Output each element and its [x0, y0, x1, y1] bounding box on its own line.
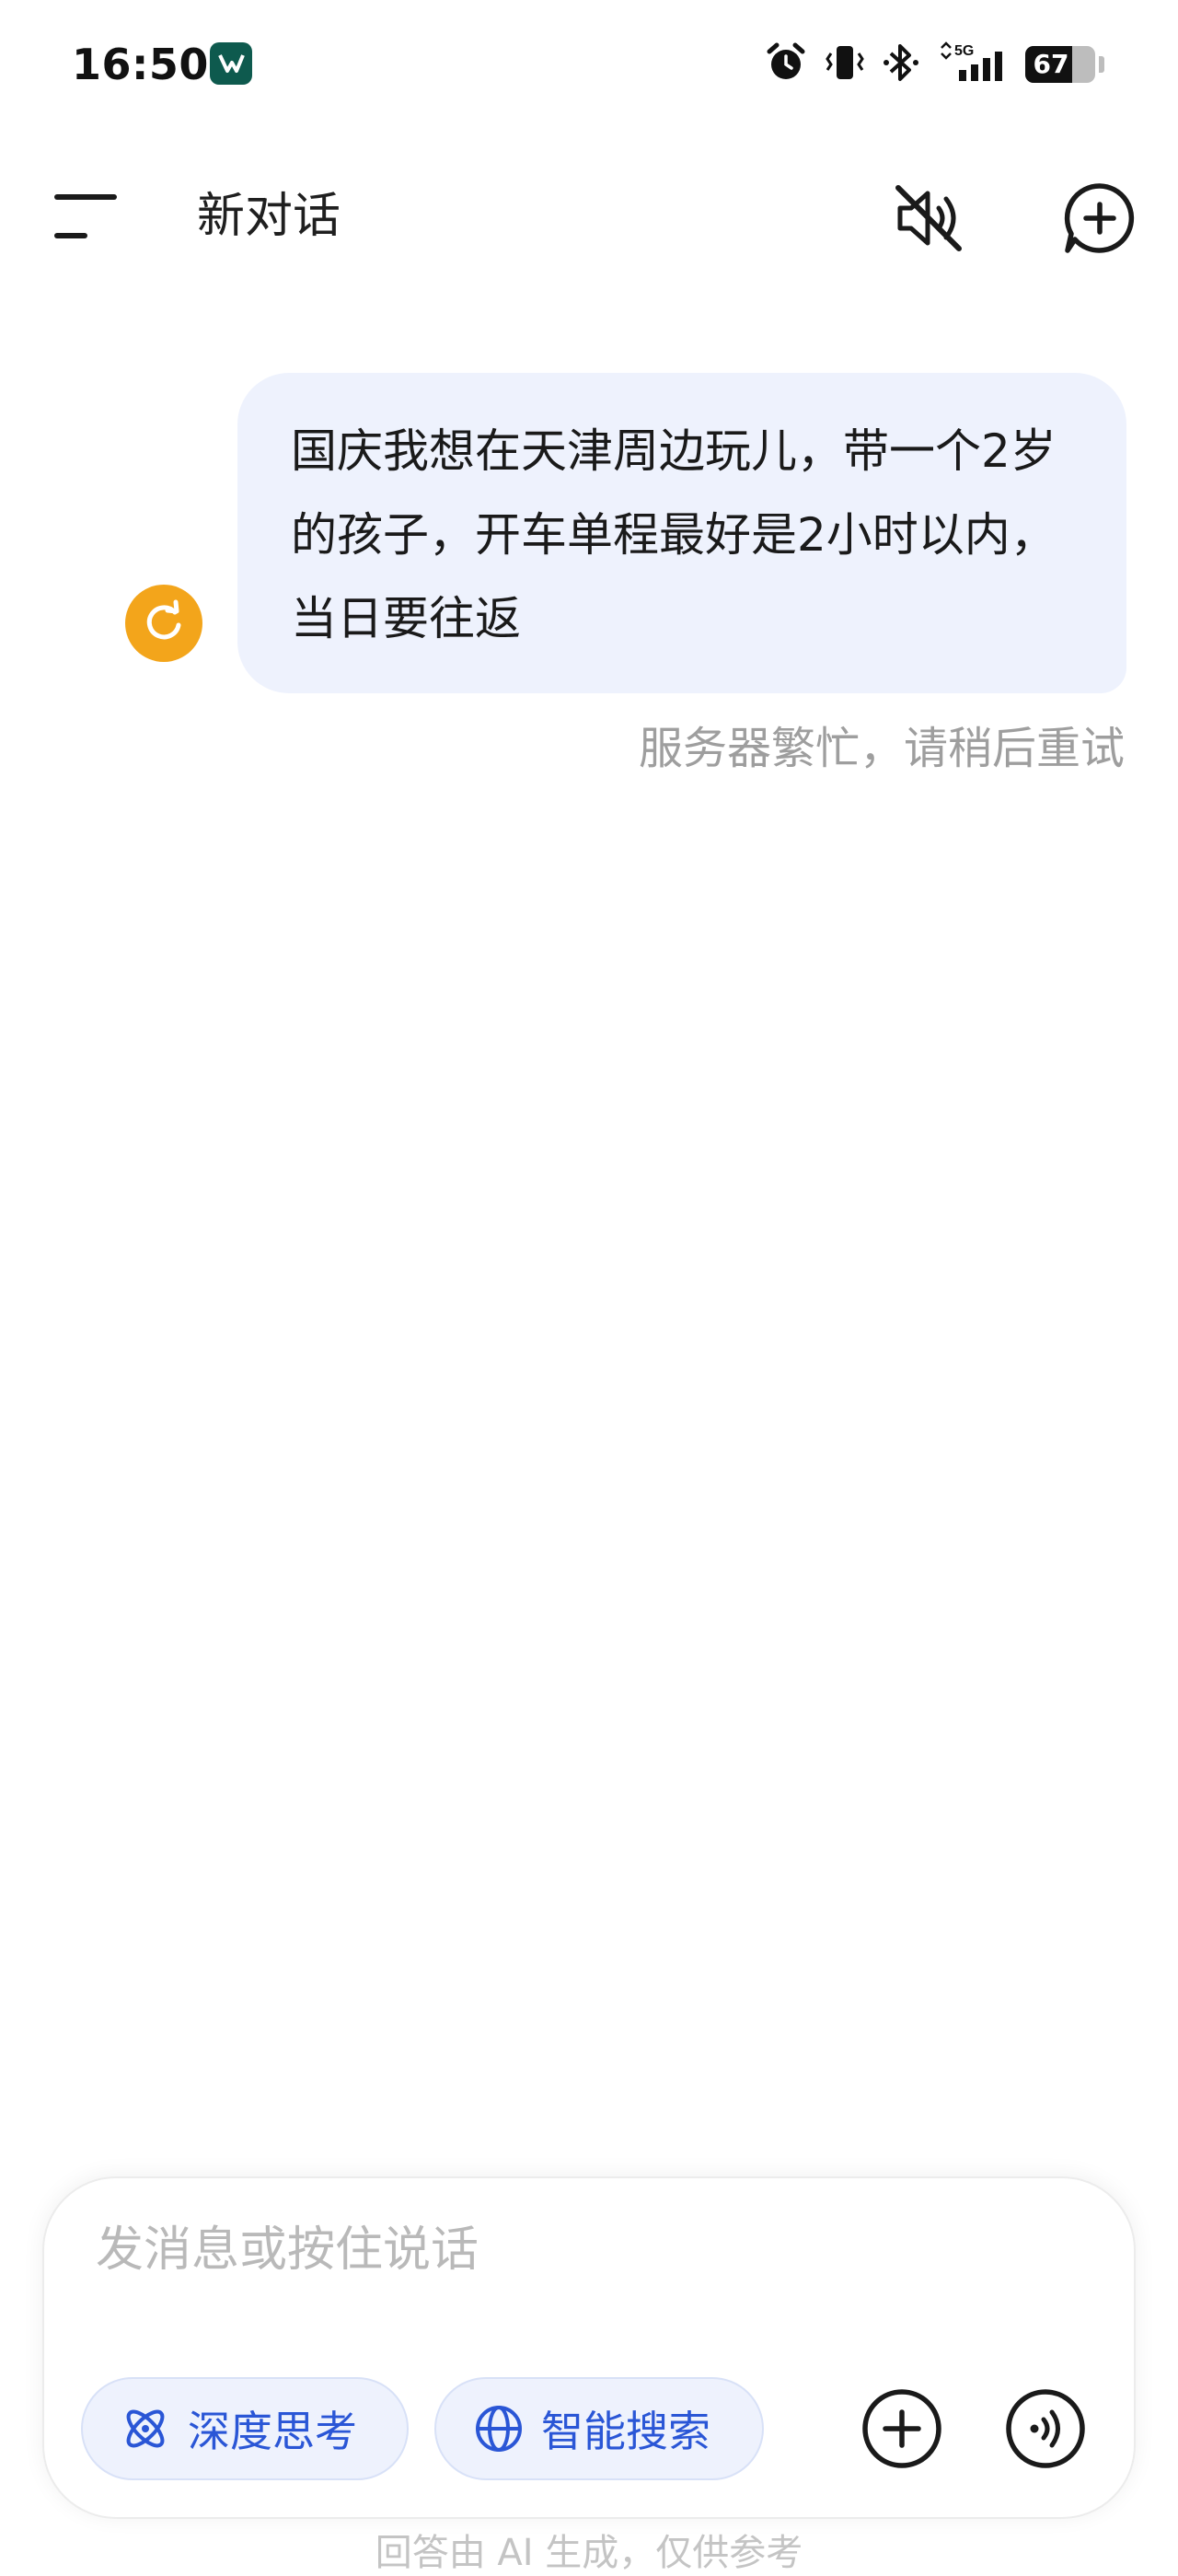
mute-button[interactable] [889, 179, 968, 258]
alarm-icon [764, 41, 808, 88]
user-message-bubble: 国庆我想在天津周边玩儿，带一个2岁的孩子，开车单程最好是2小时以内，当日要往返 [237, 373, 1126, 693]
atom-icon [126, 2409, 165, 2448]
vibrate-icon [825, 41, 865, 88]
status-bar: 16:50 5G 67 [0, 0, 1178, 129]
message-input[interactable] [96, 2204, 1080, 2296]
add-attachment-button[interactable] [858, 2385, 946, 2473]
battery-cap [1099, 56, 1104, 73]
header: 新对话 [0, 166, 1178, 267]
add-icon [862, 2389, 941, 2468]
bluetooth-icon [882, 41, 922, 88]
deep-think-label: 深度思考 [188, 2407, 357, 2456]
new-chat-icon [1064, 183, 1135, 253]
deep-think-button[interactable]: 深度思考 [81, 2377, 409, 2480]
battery-icon: 67 [1025, 46, 1095, 83]
network-label: 5G [954, 43, 974, 59]
battery-level: 67 [1033, 49, 1069, 79]
ai-disclaimer: 回答由 AI 生成，仅供参考 [375, 2532, 803, 2574]
retry-icon [146, 599, 181, 640]
composer: 深度思考 智能搜索 [42, 2176, 1136, 2519]
voice-call-button[interactable] [1001, 2385, 1090, 2473]
menu-icon [54, 194, 117, 238]
error-message: 服务器繁忙，请稍后重试 [638, 723, 1125, 774]
status-time: 16:50 [72, 40, 209, 89]
page-title: 新对话 [197, 189, 341, 244]
menu-button[interactable] [46, 184, 129, 249]
new-chat-button[interactable] [1060, 179, 1139, 258]
web-search-label: 智能搜索 [541, 2407, 710, 2456]
voice-call-icon [1006, 2389, 1085, 2468]
retry-button[interactable] [125, 585, 202, 662]
signal-5g-icon: 5G [939, 41, 1009, 88]
status-icons: 5G 67 [764, 39, 1104, 90]
globe-icon [476, 2406, 522, 2452]
web-search-button[interactable]: 智能搜索 [434, 2377, 764, 2480]
speaker-muted-icon [895, 185, 962, 251]
app-notification-icon [210, 42, 252, 85]
